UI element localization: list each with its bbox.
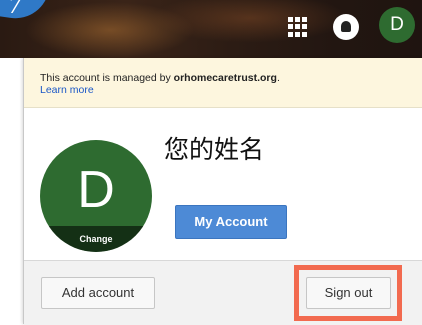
display-name: 您的姓名 xyxy=(164,135,265,164)
account-popup: This account is managed by orhomecaretru… xyxy=(23,58,422,325)
account-avatar-button[interactable]: D xyxy=(379,7,415,43)
managed-account-notice: This account is managed by orhomecaretru… xyxy=(24,58,422,108)
my-account-button[interactable]: My Account xyxy=(175,205,287,239)
header-bar: 7 D xyxy=(0,0,422,58)
sign-out-highlight xyxy=(294,265,402,321)
learn-more-link[interactable]: Learn more xyxy=(40,84,94,96)
change-photo-button[interactable]: Change xyxy=(40,226,152,252)
step-number: 7 xyxy=(8,0,22,19)
popup-footer: Add account Sign out xyxy=(24,260,422,325)
managed-notice-suffix: . xyxy=(276,72,280,84)
managed-notice-prefix: This account is managed by xyxy=(40,72,174,84)
profile-photo[interactable]: D Change xyxy=(40,140,152,252)
profile-initial: D xyxy=(77,161,115,219)
apps-grid-icon[interactable] xyxy=(288,17,308,37)
add-account-button[interactable]: Add account xyxy=(41,277,155,309)
managed-domain: orhomecaretrust.org xyxy=(173,72,277,84)
notifications-icon[interactable] xyxy=(333,14,359,40)
